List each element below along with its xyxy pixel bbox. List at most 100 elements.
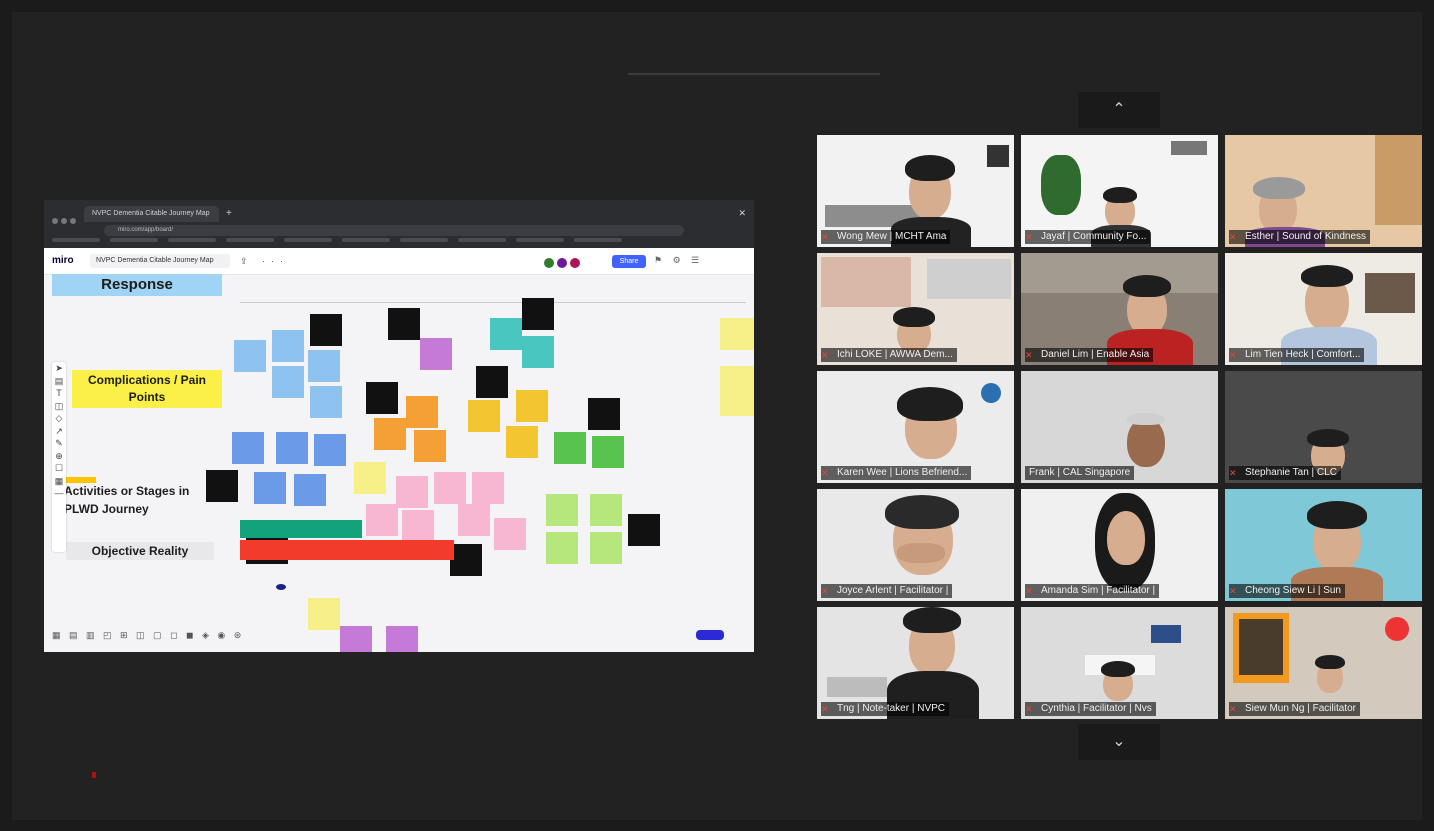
mic-muted-icon: ✕ — [1229, 468, 1237, 478]
sticky-note[interactable] — [546, 532, 578, 564]
miro-toolbar: miro NVPC Dementia Citable Journey Map ⇪… — [44, 248, 754, 275]
participant-tile[interactable]: Cynthia | Facilitator | Nvs ✕ — [1021, 607, 1218, 719]
sticky-note[interactable] — [450, 544, 482, 576]
sticky-note[interactable] — [458, 504, 490, 536]
left-tool-palette[interactable]: ➤ ▤ T ◫ ◇ ↗ ✎ ⊕ ☐ ▦ — — [52, 362, 66, 552]
sticky-note[interactable] — [590, 494, 622, 526]
sticky-note[interactable] — [308, 598, 340, 630]
participant-tile[interactable]: Jayaf | Community Fo... ✕ — [1021, 135, 1218, 247]
sticky-note[interactable] — [254, 472, 286, 504]
miro-logo: miro — [52, 255, 74, 266]
sticky-note[interactable] — [396, 476, 428, 508]
sticky-note[interactable] — [308, 350, 340, 382]
mic-muted-icon: ✕ — [821, 232, 829, 242]
mic-muted-icon: ✕ — [1229, 586, 1237, 596]
browser-chrome: NVPC Dementia Citable Journey Map + ✕ mi… — [44, 200, 754, 248]
board-menu-icons[interactable]: ⇪ ··· — [240, 256, 289, 267]
sticky-note[interactable] — [206, 470, 238, 502]
miro-board-canvas[interactable]: Response Complications / Pain Points Act… — [44, 274, 754, 652]
mic-muted-icon: ✕ — [821, 586, 829, 596]
sticky-note[interactable] — [276, 432, 308, 464]
board-title[interactable]: NVPC Dementia Citable Journey Map — [90, 254, 230, 268]
participant-tile[interactable]: Wong Mew | MCHT Ama ✕ — [817, 135, 1014, 247]
sticky-note[interactable] — [354, 462, 386, 494]
participant-name: Amanda Sim | Facilitator | — [1025, 584, 1160, 598]
bottom-toolbar[interactable]: ▦ ▤ ▥ ◰ ⊞ ◫ ▢ ◻ ◼ ◈ ◉ ⊛ — [52, 630, 244, 641]
participant-tile[interactable]: Daniel Lim | Enable Asia ✕ — [1021, 253, 1218, 365]
sticky-note[interactable] — [406, 396, 438, 428]
sticky-note[interactable] — [546, 494, 578, 526]
mic-muted-icon: ✕ — [1229, 704, 1237, 714]
participant-tile[interactable]: Lim Tien Heck | Comfort... ✕ — [1225, 253, 1422, 365]
participant-tile[interactable]: Karen Wee | Lions Befriend... ✕ — [817, 371, 1014, 483]
label-complications: Complications / Pain Points — [72, 370, 222, 408]
sticky-note[interactable] — [366, 382, 398, 414]
close-window-icon[interactable]: ✕ — [738, 208, 746, 219]
sticky-note[interactable] — [374, 418, 406, 450]
mic-muted-icon: ✕ — [1025, 586, 1033, 596]
sticky-note[interactable] — [294, 474, 326, 506]
board-right-icons[interactable]: ⚑ ⚙ ☰ — [654, 255, 703, 266]
sticky-note[interactable] — [420, 338, 452, 370]
participant-tile[interactable]: Ichi LOKE | AWWA Dem... ✕ — [817, 253, 1014, 365]
stage-bar-green — [240, 520, 362, 538]
sticky-note[interactable] — [472, 472, 504, 504]
sticky-note[interactable] — [516, 390, 548, 422]
participant-name: Daniel Lim | Enable Asia — [1025, 348, 1154, 362]
mic-muted-icon: ✕ — [1025, 350, 1033, 360]
share-button[interactable]: Share — [612, 255, 646, 268]
sticky-note[interactable] — [592, 436, 624, 468]
sticky-note[interactable] — [310, 314, 342, 346]
sticky-note[interactable] — [490, 318, 522, 350]
participant-tile[interactable]: Cheong Siew Li | Sun ✕ — [1225, 489, 1422, 601]
sticky-note[interactable] — [720, 318, 754, 350]
gallery-prev-button[interactable]: ⌃ — [1078, 92, 1160, 128]
bookmarks-bar — [52, 238, 746, 246]
participant-tile[interactable]: Joyce Arlent | Facilitator | ✕ — [817, 489, 1014, 601]
sticky-note[interactable] — [468, 400, 500, 432]
sticky-note[interactable] — [476, 366, 508, 398]
browser-tab[interactable]: NVPC Dementia Citable Journey Map — [84, 206, 219, 222]
sticky-note[interactable] — [554, 432, 586, 464]
participant-tile[interactable]: Amanda Sim | Facilitator | ✕ — [1021, 489, 1218, 601]
sticky-note[interactable] — [414, 430, 446, 462]
sticky-note[interactable] — [310, 386, 342, 418]
sticky-note[interactable] — [522, 298, 554, 330]
collaborator-avatars[interactable] — [544, 255, 583, 273]
sticky-note[interactable] — [402, 510, 434, 542]
new-tab-icon[interactable]: + — [226, 206, 232, 222]
gallery-next-button[interactable]: ⌄ — [1078, 724, 1160, 760]
sticky-note[interactable] — [386, 626, 418, 652]
participant-tile[interactable]: Siew Mun Ng | Facilitator ✕ — [1225, 607, 1422, 719]
sticky-note[interactable] — [720, 366, 754, 416]
sticky-note[interactable] — [628, 514, 660, 546]
participant-tile[interactable]: Stephanie Tan | CLC ✕ — [1225, 371, 1422, 483]
participant-tile[interactable]: Esther | Sound of Kindness ✕ — [1225, 135, 1422, 247]
sticky-note[interactable] — [314, 434, 346, 466]
sticky-note[interactable] — [588, 398, 620, 430]
sticky-note[interactable] — [366, 504, 398, 536]
sticky-note[interactable] — [434, 472, 466, 504]
sticky-note[interactable] — [506, 426, 538, 458]
participant-name: Cynthia | Facilitator | Nvs — [1025, 702, 1156, 716]
address-bar[interactable]: miro.com/app/board/ — [104, 225, 684, 236]
sticky-note[interactable] — [232, 432, 264, 464]
participant-tile[interactable]: Tng | Note-taker | NVPC ✕ — [817, 607, 1014, 719]
sticky-note[interactable] — [388, 308, 420, 340]
sticky-note[interactable] — [234, 340, 266, 372]
mic-muted-icon: ✕ — [1229, 350, 1237, 360]
sticky-note[interactable] — [590, 532, 622, 564]
mic-muted-icon: ✕ — [1025, 232, 1033, 242]
window-controls[interactable] — [52, 211, 79, 229]
sticky-note[interactable] — [494, 518, 526, 550]
participant-name: Wong Mew | MCHT Ama — [821, 230, 951, 244]
sticky-note[interactable] — [522, 336, 554, 368]
participant-name: Tng | Note-taker | NVPC — [821, 702, 950, 716]
mic-muted-icon: ✕ — [1025, 704, 1033, 714]
zoom-control[interactable] — [696, 630, 724, 640]
participant-tile[interactable]: Frank | CAL Singapore — [1021, 371, 1218, 483]
shared-screen[interactable]: NVPC Dementia Citable Journey Map + ✕ mi… — [44, 200, 754, 652]
sticky-note[interactable] — [340, 626, 372, 652]
sticky-note[interactable] — [272, 330, 304, 362]
sticky-note[interactable] — [272, 366, 304, 398]
